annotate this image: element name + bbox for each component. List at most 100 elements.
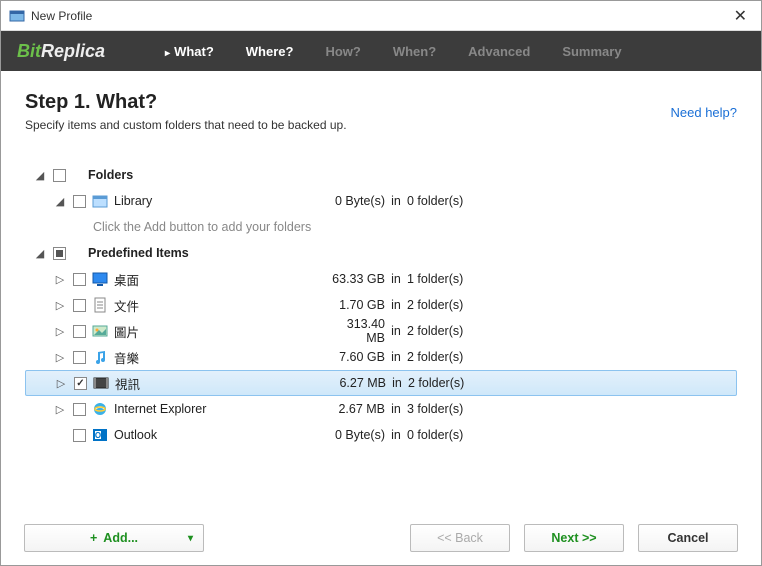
plus-icon: + — [90, 531, 97, 545]
expander-icon[interactable]: ◢ — [35, 170, 45, 180]
item-size: 0 Byte(s) — [325, 428, 385, 442]
item-in: in — [385, 428, 407, 442]
item-folders: 1 folder(s) — [407, 272, 467, 286]
tree-item-row[interactable]: ▷ 音樂 7.60 GBin2 folder(s) — [25, 344, 737, 370]
tree-item-row[interactable]: ▷ 文件 1.70 GBin2 folder(s) — [25, 292, 737, 318]
item-folders: 2 folder(s) — [407, 324, 467, 338]
expander-icon[interactable]: ▷ — [55, 326, 65, 336]
tree-item-row[interactable]: ▷ 桌面 63.33 GBin1 folder(s) — [25, 266, 737, 292]
item-folders: 2 folder(s) — [407, 298, 467, 312]
close-icon[interactable]: ✕ — [728, 6, 753, 26]
tab-when[interactable]: When? — [393, 44, 436, 59]
library-checkbox[interactable] — [73, 195, 86, 208]
help-link[interactable]: Need help? — [671, 105, 738, 120]
library-icon — [92, 193, 108, 209]
button-bar: + Add... ▾ << Back Next >> Cancel — [0, 524, 762, 552]
item-size: 6.27 MB — [326, 376, 386, 390]
videos-icon — [93, 375, 109, 391]
step-title: Step 1. What? — [25, 91, 347, 114]
hint-text: Click the Add button to add your folders — [93, 220, 311, 234]
item-in: in — [385, 324, 407, 338]
item-checkbox[interactable] — [73, 429, 86, 442]
tab-advanced[interactable]: Advanced — [468, 44, 530, 59]
tree-item-row[interactable]: ▷ 視訊 6.27 MBin2 folder(s) — [25, 370, 737, 396]
expander-icon[interactable]: ▷ — [56, 378, 66, 388]
item-size: 1.70 GB — [325, 298, 385, 312]
hint-row: Click the Add button to add your folders — [25, 214, 737, 240]
item-label: 音樂 — [114, 348, 139, 367]
expander-icon[interactable]: ◢ — [55, 196, 65, 206]
item-folders: 3 folder(s) — [407, 402, 467, 416]
item-folders: 2 folder(s) — [407, 350, 467, 364]
library-folders: 0 folder(s) — [407, 194, 467, 208]
back-button[interactable]: << Back — [410, 524, 510, 552]
tree-item-row[interactable]: ▷ Internet Explorer 2.67 MBin3 folder(s) — [25, 396, 737, 422]
desktop-icon — [92, 271, 108, 287]
tab-where[interactable]: Where? — [246, 44, 294, 59]
music-icon — [92, 349, 108, 365]
tab-summary[interactable]: Summary — [562, 44, 621, 59]
item-checkbox[interactable] — [73, 273, 86, 286]
item-checkbox[interactable] — [73, 403, 86, 416]
expander-icon[interactable]: ▷ — [55, 300, 65, 310]
outlook-icon: O — [92, 427, 108, 443]
predefined-checkbox[interactable] — [53, 247, 66, 260]
folders-label: Folders — [88, 168, 133, 182]
item-size: 63.33 GB — [325, 272, 385, 286]
ie-icon — [92, 401, 108, 417]
item-label: 文件 — [114, 296, 139, 315]
tree-item-row[interactable]: O Outlook 0 Byte(s)in0 folder(s) — [25, 422, 737, 448]
pictures-icon — [92, 323, 108, 339]
triangle-icon: ▸ — [165, 48, 170, 59]
item-label: Internet Explorer — [114, 402, 206, 416]
step-description: Specify items and custom folders that ne… — [25, 118, 347, 132]
tree-item-row[interactable]: ▷ 圖片 313.40 MBin2 folder(s) — [25, 318, 737, 344]
item-in: in — [385, 272, 407, 286]
folders-header-row: ◢ Folders — [25, 162, 737, 188]
window-title: New Profile — [31, 9, 728, 23]
tab-how[interactable]: How? — [325, 44, 360, 59]
item-in: in — [385, 402, 407, 416]
item-in: in — [385, 350, 407, 364]
app-icon — [9, 8, 25, 24]
item-checkbox[interactable] — [73, 351, 86, 364]
tree: ◢ Folders ◢ Library 0 Byte(s) in 0 folde… — [25, 162, 737, 448]
nav-tabs: ▸What? Where? How? When? Advanced Summar… — [165, 44, 622, 59]
item-size: 2.67 MB — [325, 402, 385, 416]
item-checkbox[interactable] — [74, 377, 87, 390]
expander-icon[interactable]: ▷ — [55, 404, 65, 414]
library-in: in — [385, 194, 407, 208]
logo: BitReplica — [17, 41, 105, 62]
item-checkbox[interactable] — [73, 299, 86, 312]
item-label: 視訊 — [115, 374, 140, 393]
add-button[interactable]: + Add... ▾ — [24, 524, 204, 552]
predefined-header-row: ◢ Predefined Items — [25, 240, 737, 266]
item-label: 桌面 — [114, 270, 139, 289]
item-in: in — [385, 298, 407, 312]
item-size: 7.60 GB — [325, 350, 385, 364]
library-size: 0 Byte(s) — [325, 194, 385, 208]
documents-icon — [92, 297, 108, 313]
titlebar: New Profile ✕ — [1, 1, 761, 31]
dropdown-icon: ▾ — [188, 533, 193, 544]
library-label: Library — [114, 194, 152, 208]
item-in: in — [386, 376, 408, 390]
tab-what[interactable]: ▸What? — [165, 44, 214, 59]
item-folders: 0 folder(s) — [407, 428, 467, 442]
expander-icon[interactable]: ▷ — [55, 352, 65, 362]
expander-icon[interactable]: ▷ — [55, 274, 65, 284]
item-checkbox[interactable] — [73, 325, 86, 338]
next-button[interactable]: Next >> — [524, 524, 624, 552]
library-row[interactable]: ◢ Library 0 Byte(s) in 0 folder(s) — [25, 188, 737, 214]
item-folders: 2 folder(s) — [408, 376, 468, 390]
folders-checkbox[interactable] — [53, 169, 66, 182]
content: Step 1. What? Specify items and custom f… — [1, 71, 761, 501]
cancel-button[interactable]: Cancel — [638, 524, 738, 552]
item-size: 313.40 MB — [325, 317, 385, 345]
navbar: BitReplica ▸What? Where? How? When? Adva… — [1, 31, 761, 71]
item-label: 圖片 — [114, 322, 139, 341]
expander-icon[interactable]: ◢ — [35, 248, 45, 258]
predefined-label: Predefined Items — [88, 246, 189, 260]
item-label: Outlook — [114, 428, 157, 442]
svg-text:O: O — [95, 431, 101, 440]
